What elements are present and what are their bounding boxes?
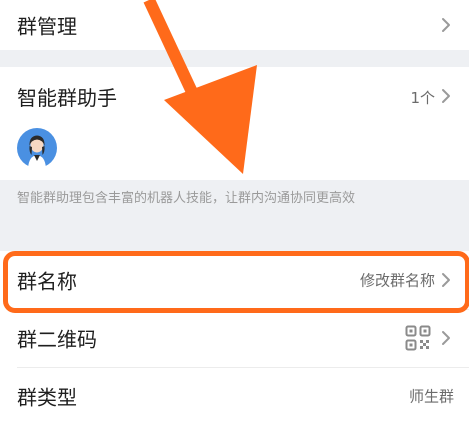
group-manage-label: 群管理 [17, 14, 77, 39]
group-name-row[interactable]: 群名称 修改群名称 [0, 251, 469, 309]
smart-assistant-section: 智能群助手 1个 [0, 67, 469, 180]
group-type-value: 师生群 [408, 387, 454, 406]
smart-assistant-header[interactable]: 智能群助手 1个 [0, 67, 469, 123]
group-qrcode-label: 群二维码 [17, 327, 97, 352]
assistant-avatar[interactable] [17, 128, 57, 168]
smart-assistant-label: 智能群助手 [17, 86, 117, 110]
chevron-right-icon [442, 89, 450, 103]
group-type-label: 群类型 [17, 385, 77, 410]
chevron-right-icon [442, 18, 450, 32]
group-name-label: 群名称 [17, 269, 77, 294]
qr-code-icon [405, 325, 431, 351]
edit-group-name-link: 修改群名称 [359, 271, 435, 290]
group-manage-row[interactable]: 群管理 [0, 0, 469, 50]
section-gap [0, 50, 469, 67]
assistant-count: 1个 [410, 89, 435, 107]
group-type-row[interactable]: 群类型 师生群 [0, 367, 469, 425]
row-divider [17, 367, 469, 368]
chevron-right-icon [442, 331, 450, 345]
chevron-right-icon [442, 273, 450, 287]
assistant-description: 智能群助理包含丰富的机器人技能，让群内沟通协同更高效 [17, 191, 356, 206]
row-divider [17, 309, 469, 310]
group-qrcode-row[interactable]: 群二维码 [0, 309, 469, 367]
